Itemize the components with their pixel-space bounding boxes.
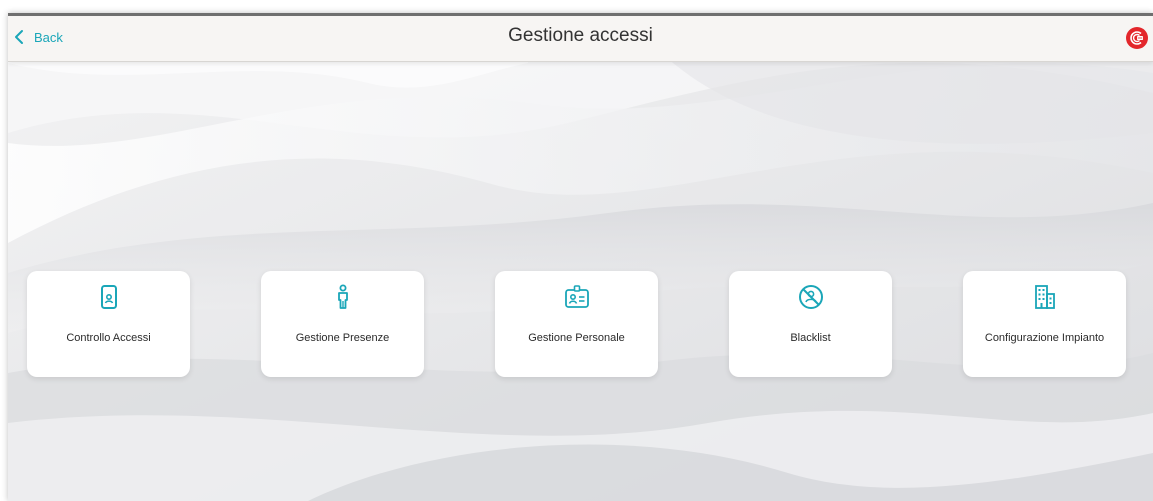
brand-logo-icon: [1127, 28, 1147, 48]
id-card-icon: [564, 285, 589, 308]
tile-label: Configurazione Impianto: [984, 332, 1105, 344]
tile-label: Gestione Personale: [528, 332, 625, 344]
wave-background: [8, 13, 1153, 501]
tile-configurazione-impianto[interactable]: Configurazione Impianto: [963, 271, 1126, 377]
page-title: Gestione accessi: [508, 25, 653, 46]
brand-logo: [1126, 27, 1148, 49]
tablet-icon: [100, 285, 117, 309]
tile-label: Gestione Presenze: [295, 332, 390, 344]
tile-label: Blacklist: [790, 332, 831, 344]
blacklist-icon: [798, 285, 823, 309]
top-bar: Back Gestione accessi: [8, 16, 1153, 62]
tile-gestione-personale[interactable]: Gestione Personale: [495, 271, 658, 377]
building-icon: [1034, 285, 1055, 309]
tile-blacklist[interactable]: Blacklist: [729, 271, 892, 377]
tile-gestione-presenze[interactable]: Gestione Presenze: [261, 271, 424, 377]
tile-controllo-accessi[interactable]: Controllo Accessi: [27, 271, 190, 377]
tile-grid: Controllo Accessi Gestione Presenze Gest…: [27, 271, 1127, 377]
app-window: Back Gestione accessi Controllo Accessi …: [8, 13, 1153, 501]
tile-label: Controllo Accessi: [66, 332, 151, 344]
person-icon: [337, 284, 348, 309]
